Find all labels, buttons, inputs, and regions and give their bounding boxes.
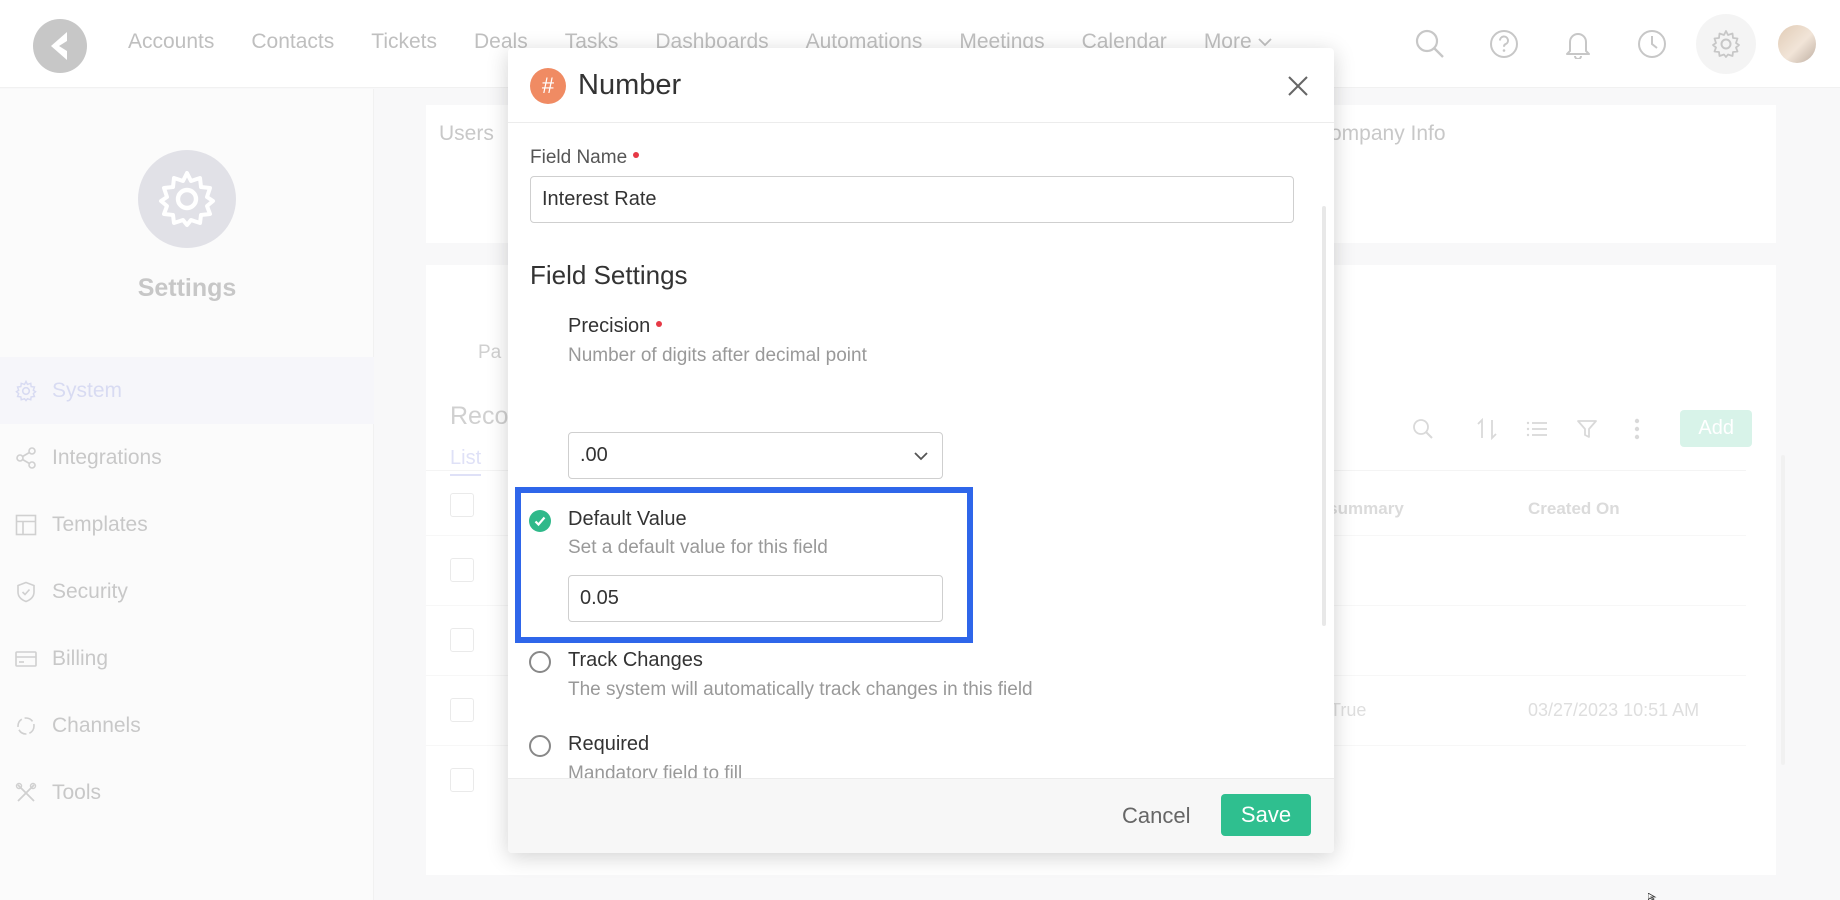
required-desc: Mandatory field to fill — [568, 763, 743, 778]
close-icon — [1288, 76, 1308, 96]
default-value-title: Default Value — [568, 508, 687, 530]
required-title: Required — [568, 733, 650, 755]
default-value-input[interactable] — [568, 575, 943, 622]
dialog-header: # Number — [508, 48, 1334, 123]
track-changes-checkbox[interactable] — [529, 651, 551, 673]
dialog-scrollbar[interactable] — [1322, 206, 1326, 626]
chevron-down-icon — [914, 452, 928, 461]
dialog-body: Field Name Field Settings Precision Numb… — [508, 124, 1334, 778]
check-icon — [534, 516, 546, 527]
field-name-label-text: Field Name — [530, 147, 628, 168]
field-name-label: Field Name — [530, 147, 640, 169]
mouse-cursor-icon — [1648, 893, 1657, 900]
precision-select[interactable]: .00 — [568, 432, 943, 479]
close-button[interactable] — [1282, 70, 1314, 102]
number-type-icon: # — [530, 68, 566, 104]
field-name-input[interactable] — [530, 176, 1294, 223]
required-indicator — [633, 151, 640, 158]
precision-selected-value: .00 — [580, 444, 608, 466]
save-button[interactable]: Save — [1221, 794, 1311, 836]
track-changes-desc: The system will automatically track chan… — [568, 679, 1033, 700]
default-value-checkbox[interactable] — [529, 510, 551, 532]
cancel-button[interactable]: Cancel — [1108, 794, 1204, 838]
number-field-dialog: # Number Field Name Field Settings Preci… — [508, 48, 1334, 853]
track-changes-title: Track Changes — [568, 649, 703, 671]
precision-desc: Number of digits after decimal point — [568, 345, 867, 366]
field-settings-title: Field Settings — [530, 260, 688, 290]
precision-title-text: Precision — [568, 315, 651, 337]
precision-title: Precision — [568, 315, 663, 338]
required-indicator — [656, 320, 663, 327]
dialog-title: Number — [578, 69, 682, 101]
dialog-footer: Cancel Save — [508, 778, 1334, 853]
default-value-desc: Set a default value for this field — [568, 537, 828, 558]
required-checkbox[interactable] — [529, 735, 551, 757]
